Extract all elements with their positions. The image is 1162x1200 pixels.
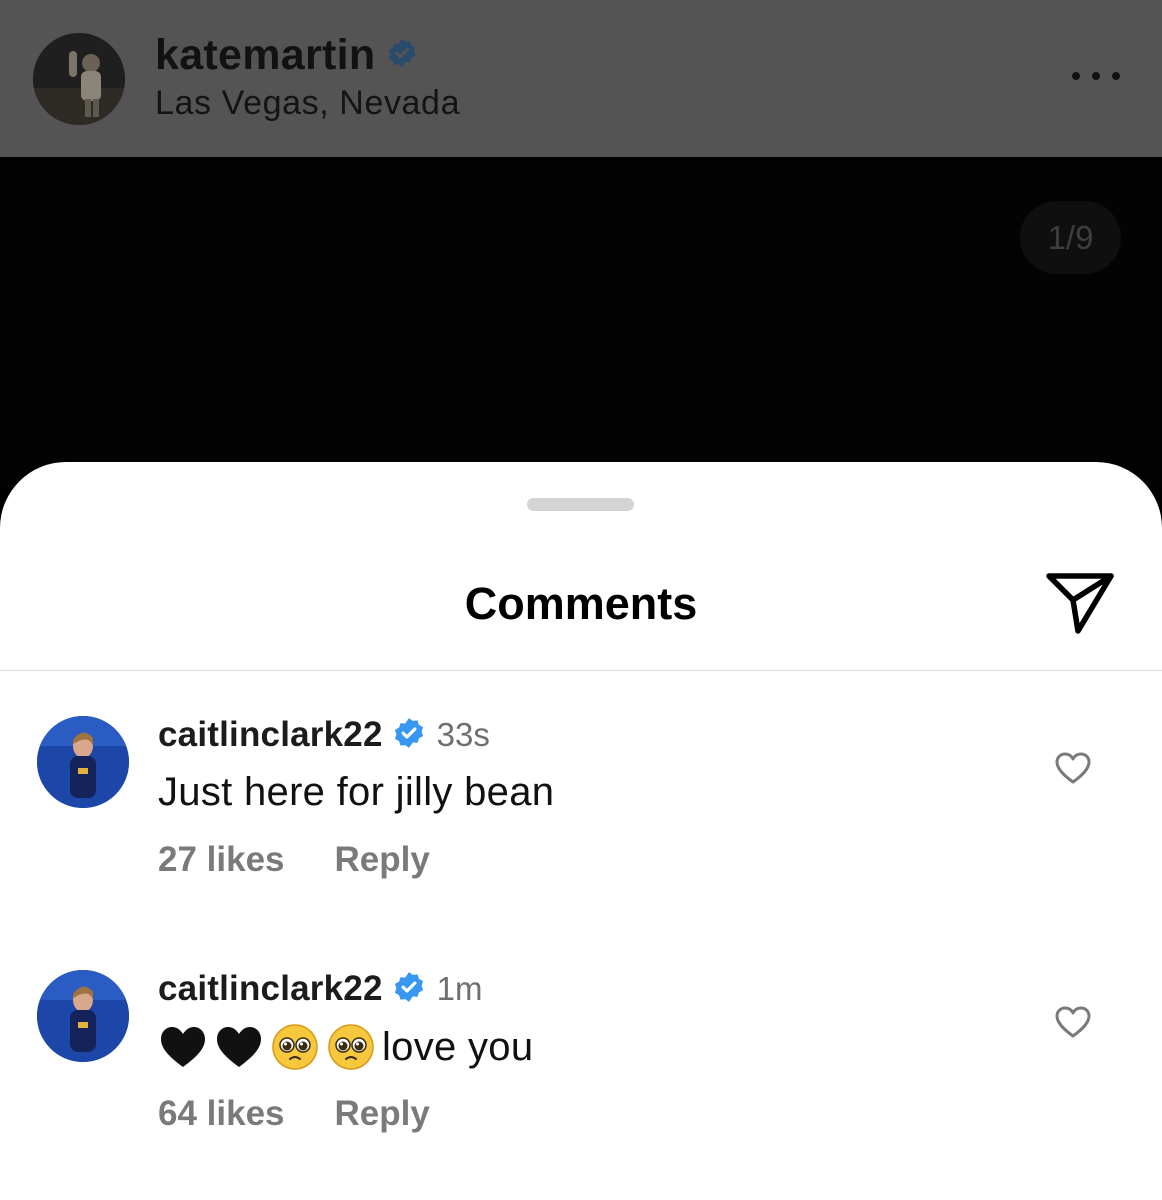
comment-timestamp: 33s bbox=[436, 716, 490, 753]
comment-likes-count[interactable]: 64 likes bbox=[158, 1094, 285, 1134]
share-button[interactable] bbox=[1043, 571, 1117, 637]
like-heart-icon[interactable] bbox=[1054, 751, 1092, 785]
comment-text: love you bbox=[158, 1020, 533, 1074]
more-options-icon[interactable] bbox=[1068, 62, 1124, 90]
paper-plane-icon bbox=[1046, 573, 1114, 634]
comment-timestamp: 1m bbox=[436, 970, 483, 1007]
post-author-avatar[interactable] bbox=[33, 33, 125, 125]
black-heart-icon bbox=[214, 1022, 264, 1072]
black-heart-icon bbox=[158, 1022, 208, 1072]
sheet-title: Comments bbox=[464, 578, 698, 629]
comments-sheet: Comments bbox=[0, 462, 1162, 1200]
sheet-drag-handle[interactable] bbox=[527, 498, 634, 511]
comment-avatar[interactable] bbox=[37, 716, 129, 808]
comment-reply-button[interactable]: Reply bbox=[335, 840, 430, 880]
post-media[interactable] bbox=[0, 157, 1162, 487]
like-heart-icon[interactable] bbox=[1054, 1005, 1092, 1039]
carousel-page-counter: 1/9 bbox=[1020, 201, 1121, 274]
comment-reply-button[interactable]: Reply bbox=[335, 1094, 430, 1134]
comment-body: Just here for jilly bean bbox=[158, 769, 555, 814]
pleading-face-icon bbox=[326, 1022, 376, 1072]
sheet-divider bbox=[0, 670, 1162, 671]
comment-username[interactable]: caitlinclark22 bbox=[158, 969, 383, 1009]
post-author-username[interactable]: katemartin bbox=[155, 31, 375, 80]
comment-likes-count[interactable]: 27 likes bbox=[158, 840, 285, 880]
comment-avatar[interactable] bbox=[37, 970, 129, 1062]
pleading-face-icon bbox=[270, 1022, 320, 1072]
comment-username[interactable]: caitlinclark22 bbox=[158, 715, 383, 755]
verified-badge-icon bbox=[393, 971, 425, 1008]
comment-body: love you bbox=[382, 1024, 534, 1069]
post-location[interactable]: Las Vegas, Nevada bbox=[155, 84, 460, 123]
comment-text: Just here for jilly bean bbox=[158, 767, 554, 817]
post-header: katemartin Las Vegas, Nevada bbox=[0, 0, 1162, 157]
verified-badge-icon bbox=[393, 717, 425, 754]
verified-badge-icon bbox=[387, 38, 417, 73]
